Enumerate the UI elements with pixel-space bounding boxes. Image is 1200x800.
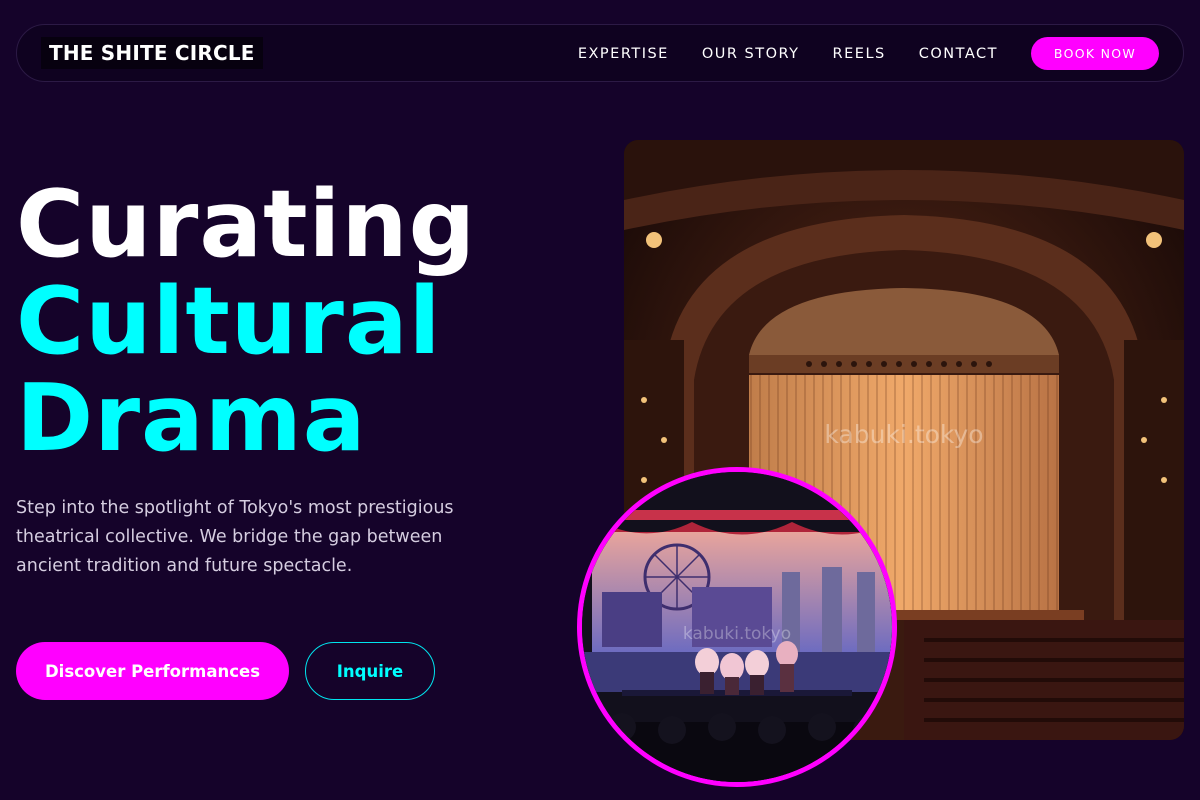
hero-headline: Curating Cultural Drama (16, 176, 476, 467)
stage-performance-image: kabuki.tokyo (577, 467, 897, 787)
nav-links: EXPERTISE OUR STORY REELS CONTACT (578, 25, 998, 83)
navbar: THE SHITE CIRCLE EXPERTISE OUR STORY REE… (16, 24, 1184, 82)
nav-link-reels[interactable]: REELS (833, 46, 886, 62)
headline-line-1: Curating (16, 170, 477, 278)
nav-link-contact[interactable]: CONTACT (919, 46, 998, 62)
nav-link-our-story[interactable]: OUR STORY (702, 46, 800, 62)
inquire-button[interactable]: Inquire (305, 642, 435, 700)
headline-line-2: Cultural (16, 267, 442, 375)
hero-description: Step into the spotlight of Tokyo's most … (16, 498, 454, 576)
book-now-button[interactable]: BOOK NOW (1031, 37, 1159, 70)
nav-link-expertise[interactable]: EXPERTISE (578, 46, 669, 62)
headline-line-3: Drama (16, 364, 367, 472)
page: THE SHITE CIRCLE EXPERTISE OUR STORY REE… (0, 0, 1200, 800)
discover-performances-button[interactable]: Discover Performances (16, 642, 289, 700)
brand-logo[interactable]: THE SHITE CIRCLE (41, 37, 263, 69)
